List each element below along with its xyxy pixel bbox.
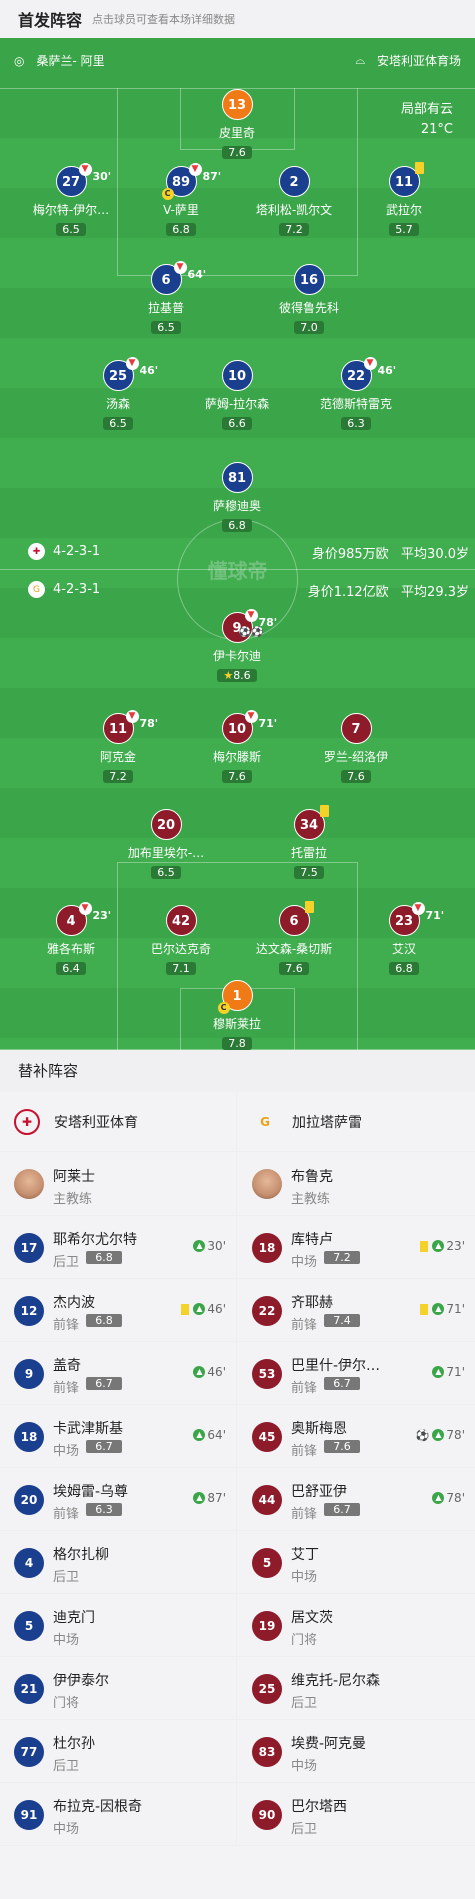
sub-row[interactable]: 25 维克托-尼尔森 后卫 [238,1657,475,1720]
away-player-10[interactable]: 10 ▼ 71' 梅尔滕斯 7.6 [172,710,302,784]
away-player-7[interactable]: 7 罗兰-绍洛伊 7.6 [291,713,421,784]
home-player-25[interactable]: 25 ▼ 46' 汤森 6.5 [53,357,183,431]
sub-on-icon: ▲ [193,1303,206,1315]
sub-row[interactable]: 17 耶希尔尤尔特 后卫 6.8 ▲ 30' [0,1216,236,1279]
home-player-11[interactable]: 11 武拉尔 5.7 [339,162,469,237]
sub-row[interactable]: 90 巴尔塔西 后卫 [238,1783,475,1846]
home-subs-column: ✚ 安塔利亚体育 阿莱士 主教练 17 耶希尔尤尔特 后卫 6.8 ▲ 30' 12 杰内波… [0,1092,237,1846]
galatasaray-badge-icon: G [28,581,45,598]
sub-off-icon: ▼ [363,357,377,370]
sub-on-icon: ▲ [432,1429,445,1441]
sub-on-icon: ▲ [432,1492,445,1504]
away-player-11[interactable]: 11 ▼ 78' 阿克金 7.2 [53,710,183,784]
lineup-header: 首发阵容 点击球员可查看本场详细数据 [0,0,475,38]
antalyaspor-badge-icon: ✚ [14,1108,40,1135]
sub-row[interactable]: 83 埃费-阿克曼 中场 [238,1720,475,1783]
home-player-22[interactable]: 22 ▼ 46' 范德斯特雷克 6.3 [291,357,421,431]
sub-off-icon: ▼ [78,902,92,915]
home-player-16[interactable]: 16 彼得鲁先科 7.0 [244,264,374,335]
home-player-10[interactable]: 10 萨姆-拉尔森 6.6 [172,360,302,431]
sub-off-icon: ▼ [125,357,139,370]
home-player-6[interactable]: 6 ▼ 64' 拉基普 6.5 [101,261,231,335]
star-icon: ★ [223,669,234,682]
page-subtitle: 点击球员可查看本场详细数据 [92,13,236,26]
sub-row[interactable]: 53 巴里什-伊尔… 前锋 6.7 ▲ 71' [238,1342,475,1405]
sub-row[interactable]: 5 艾丁 中场 [238,1531,475,1594]
sub-row[interactable]: 18 卡武津斯基 中场 6.7 ▲ 64' [0,1405,236,1468]
away-player-20[interactable]: 20 加布里埃尔-… 6.5 [101,809,231,880]
sub-row[interactable]: 4 格尔扎柳 后卫 [0,1531,236,1594]
yellow-card-icon [181,1303,190,1315]
sub-row[interactable]: 18 库特卢 中场 7.2 ▲ 23' [238,1216,475,1279]
galatasaray-badge-icon: G [260,1114,270,1129]
sub-on-icon: ▲ [193,1366,206,1378]
home-team-header[interactable]: ✚ 安塔利亚体育 [0,1092,236,1152]
home-player-13[interactable]: 13 皮里奇 7.6 [172,89,302,160]
referee: ◎ 桑萨兰- 阿里 [14,53,105,69]
antalyaspor-badge-icon: ✚ [28,543,45,560]
sub-on-icon: ▲ [193,1492,206,1504]
sub-row[interactable]: 5 迪克门 中场 [0,1594,236,1657]
coach-avatar [14,1169,44,1199]
sub-row[interactable]: 12 杰内波 前锋 6.8 ▲ 46' [0,1279,236,1342]
home-player-81[interactable]: 81 萨穆迪奥 6.8 [172,462,302,533]
yellow-card-icon [319,805,329,817]
stadium: ⌓ 安塔利亚体育场 [355,53,461,68]
sub-row[interactable]: 9 盖奇 前锋 6.7 ▲ 46' [0,1342,236,1405]
home-team-info: ✚ 4-2-3-1 身价985万欧 平均30.0岁 [0,543,475,563]
away-team-info: G 4-2-3-1 身价1.12亿欧 平均29.3岁 [0,581,475,601]
sub-off-icon: ▼ [125,710,139,723]
sub-row[interactable]: 45 奥斯梅恩 前锋 7.6 ⚽ ▲ 78' [238,1405,475,1468]
sub-row[interactable]: 19 居文茨 门将 [238,1594,475,1657]
goal-ball-icon: ⚽ [415,1428,430,1442]
yellow-card-icon [420,1303,429,1315]
sub-off-icon: ▼ [244,710,258,723]
away-subs-column: G 加拉塔萨雷 布鲁克 主教练 18 库特卢 中场 7.2 ▲ 23' 22 齐耶赫 前锋 7.… [238,1092,475,1846]
page-title: 首发阵容 [18,11,83,30]
goal-ball-icon: ⚽⚽ [238,627,264,638]
away-player-23[interactable]: 23 ▼ 71' 艾汉 6.8 [339,902,469,976]
yellow-card-icon [420,1240,429,1252]
sub-row[interactable]: 21 伊伊泰尔 门将 [0,1657,236,1720]
subs-title: 替补阵容 [0,1050,475,1092]
coach-avatar [252,1169,282,1199]
away-coach[interactable]: 布鲁克 主教练 [238,1152,475,1216]
away-player-34[interactable]: 34 托雷拉 7.5 [244,805,374,880]
sub-on-icon: ▲ [193,1240,206,1252]
sub-row[interactable]: 44 巴舒亚伊 前锋 6.7 ▲ 78' [238,1468,475,1531]
sub-off-icon: ▼ [173,261,187,274]
away-player-9[interactable]: 9 ▼ 78' ⚽⚽ 伊卡尔迪 ★8.6 [172,609,302,683]
weather: 局部有云 21°C [400,102,453,137]
sub-row[interactable]: 22 齐耶赫 前锋 7.4 ▲ 71' [238,1279,475,1342]
captain-icon: C [161,188,174,200]
sub-row[interactable]: 20 埃姆雷-乌尊 前锋 6.3 ▲ 87' [0,1468,236,1531]
pitch: ◎ 桑萨兰- 阿里 ⌓ 安塔利亚体育场 局部有云 21°C 懂球帝 ✚ 4-2-3… [0,38,475,1050]
sub-on-icon: ▲ [432,1366,445,1378]
sub-row[interactable]: 91 布拉克-因根奇 中场 [0,1783,236,1846]
home-player-89[interactable]: 89 ▼ 87' C V-萨里 6.8 [116,163,246,237]
sub-on-icon: ▲ [432,1303,445,1315]
sub-off-icon: ▼ [188,163,202,176]
away-team-header[interactable]: G 加拉塔萨雷 [238,1092,475,1152]
sub-row[interactable]: 77 杜尔孙 后卫 [0,1720,236,1783]
stadium-icon: ⌓ [355,53,365,67]
sub-off-icon: ▼ [78,163,92,176]
home-coach[interactable]: 阿莱士 主教练 [0,1152,236,1216]
sub-on-icon: ▲ [193,1429,206,1441]
yellow-card-icon [304,901,314,913]
whistle-icon: ◎ [14,53,25,68]
yellow-card-icon [414,162,424,174]
sub-off-icon: ▼ [411,902,425,915]
away-player-42[interactable]: 42 巴尔达克奇 7.1 [116,905,246,976]
captain-icon: C [217,1002,230,1014]
sub-on-icon: ▲ [432,1240,445,1252]
away-player-1[interactable]: 1 C 穆斯莱拉 7.8 [172,980,302,1050]
